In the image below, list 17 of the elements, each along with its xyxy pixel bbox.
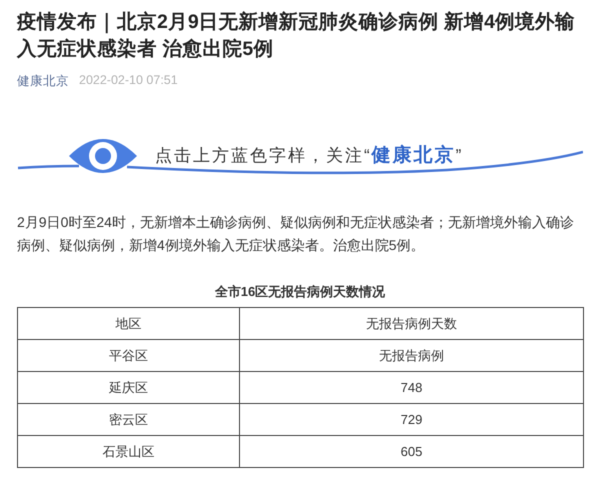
table-cell: 石景山区 [18,436,240,468]
follow-prompt: 点击上方蓝色字样，关注“健康北京” [155,144,464,168]
article-title: 疫情发布｜北京2月9日无新增新冠肺炎确诊病例 新增4例境外输入无症状感染者 治愈出院5例 [17,10,576,62]
column-header: 无报告病例天数 [240,308,584,340]
source-link[interactable]: 健康北京 [17,73,69,90]
eye-icon [69,139,137,173]
table-cell: 延庆区 [18,372,240,404]
table-cell: 605 [240,436,584,468]
table-cell: 密云区 [18,404,240,436]
table-caption: 全市16区无报告病例天数情况 [214,284,386,299]
table-cell: 748 [240,372,584,404]
table-cell: 无报告病例 [240,340,584,372]
publish-date: 2022-02-10 07:51 [79,73,178,89]
table-cell: 平谷区 [18,340,240,372]
table-cell: 729 [240,404,584,436]
column-header: 地区 [18,308,240,340]
article-paragraph: 2月9日0时至24时，无新增本土确诊病例、疑似病例和无症状感染者；无新增境外输入确诊病例、疑似病例，新增4例境外输入无症状感染者。治愈出院5例。 [17,213,575,255]
